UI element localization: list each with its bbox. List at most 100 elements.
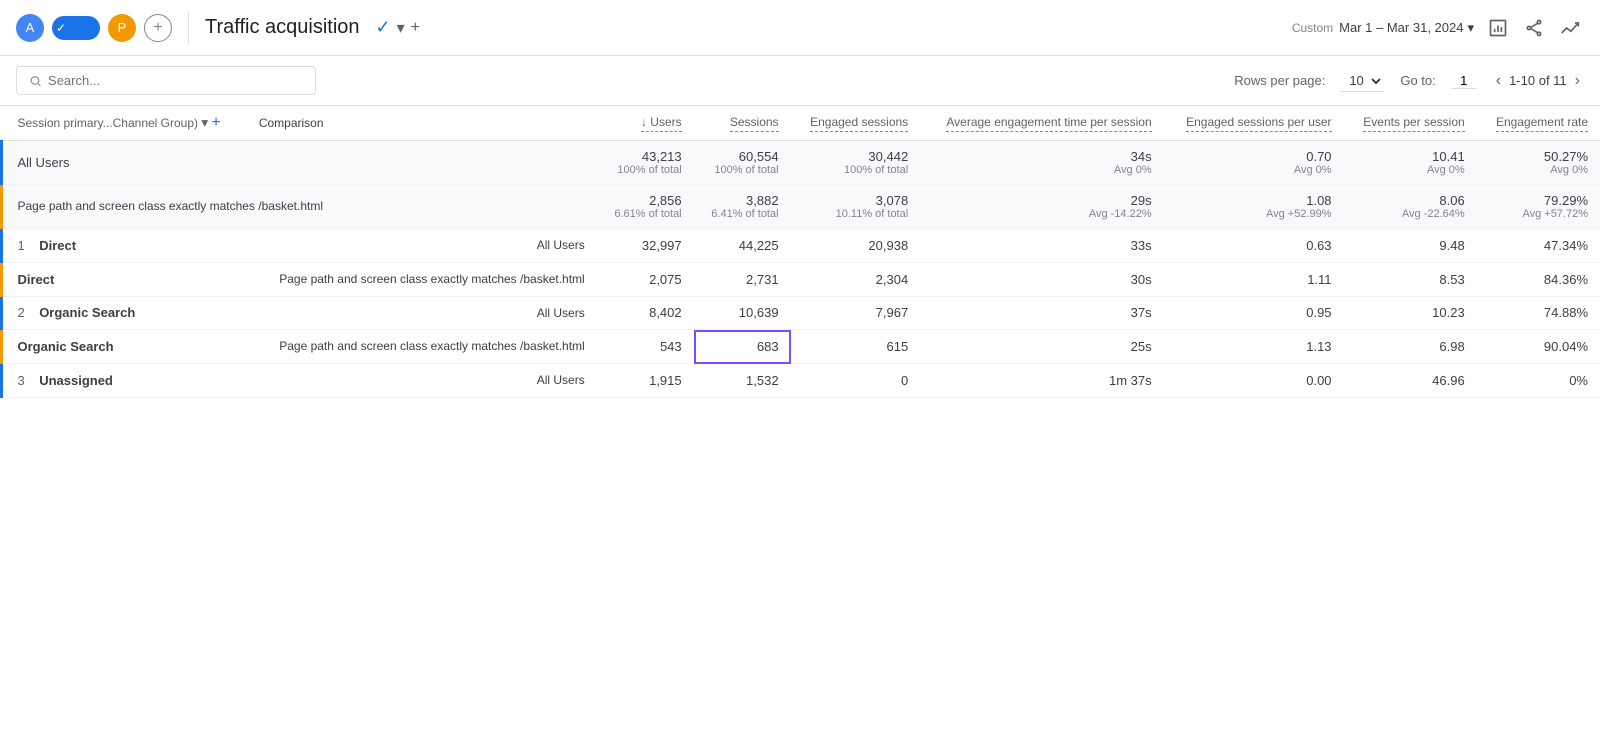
col-header-sessions[interactable]: Sessions (694, 106, 791, 141)
row2b-events: 6.98 (1344, 330, 1477, 364)
col-comparison-label: Comparison (259, 116, 324, 130)
data-table: Session primary...Channel Group) ▾ + Com… (0, 106, 1600, 398)
row1b-users: 2,075 (597, 262, 694, 296)
row1b-eng-user: 1.11 (1164, 262, 1344, 296)
trend-icon-button[interactable] (1556, 14, 1584, 42)
row1b-eng-rate: 84.36% (1477, 262, 1600, 296)
row3a-avg-eng: 1m 37s (920, 364, 1163, 398)
summary-comparison-row: Page path and screen class exactly match… (2, 185, 1600, 229)
row1a-engaged: 20,938 (791, 229, 921, 263)
row1a-segment: All Users (247, 229, 597, 263)
chart-icon-button[interactable] (1484, 14, 1512, 42)
col-header-eng-rate[interactable]: Engagement rate (1477, 106, 1600, 141)
comparison-sessions-pct: 6.41% of total (706, 208, 779, 220)
col-header-channel[interactable]: Session primary...Channel Group) ▾ + (6, 106, 247, 141)
summary-comparison-sessions: 3,882 6.41% of total (694, 185, 791, 229)
row2-channel[interactable]: 2 Organic Search (6, 296, 247, 330)
search-input-wrap[interactable] (16, 66, 316, 95)
row2a-segment-text: All Users (537, 306, 585, 320)
summary-all-users-eng-user: 0.70 Avg 0% (1164, 141, 1344, 185)
col-header-eng-user[interactable]: Engaged sessions per user (1164, 106, 1344, 141)
col-header-events[interactable]: Events per session (1344, 106, 1477, 141)
col-engaged-label: Engaged sessions (810, 115, 908, 132)
search-input[interactable] (48, 73, 303, 88)
toggle-check-icon: ✓ (56, 21, 66, 35)
rows-per-page-label: Rows per page: (1234, 73, 1325, 88)
col-channel-add[interactable]: + (211, 114, 220, 132)
table-row: 1 Direct All Users 32,997 44,225 20,938 … (2, 229, 1600, 263)
all-users-avg-eng-value: 34s (932, 149, 1151, 164)
share-icon-button[interactable] (1520, 14, 1548, 42)
col-users-label: ↓ Users (641, 115, 682, 132)
comparison-events-value: 8.06 (1356, 193, 1465, 208)
summary-comparison-users: 2,856 6.61% of total (597, 185, 694, 229)
row1b-segment-text: Page path and screen class exactly match… (279, 272, 585, 286)
rows-per-page-select[interactable]: 10 25 50 (1341, 70, 1384, 92)
title-check-icon: ✓ (376, 17, 391, 38)
row2b-eng-user: 1.13 (1164, 330, 1344, 364)
col-sessions-label: Sessions (730, 115, 779, 132)
row3-channel[interactable]: 3 Unassigned (6, 364, 247, 398)
summary-all-users-eng-rate: 50.27% Avg 0% (1477, 141, 1600, 185)
row2b-channel: Organic Search (6, 330, 247, 364)
next-page-button[interactable]: › (1571, 70, 1584, 92)
goto-input[interactable] (1452, 73, 1476, 89)
col-header-avg-eng[interactable]: Average engagement time per session (920, 106, 1163, 141)
title-dropdown-button[interactable]: ▾ (397, 18, 405, 38)
row1a-eng-rate: 47.34% (1477, 229, 1600, 263)
comparison-eng-rate-pct: Avg +57.72% (1489, 208, 1588, 220)
avatar-p[interactable]: P (108, 14, 136, 42)
summary-comparison-eng-user: 1.08 Avg +52.99% (1164, 185, 1344, 229)
row3a-eng-user: 0.00 (1164, 364, 1344, 398)
row1b-avg-eng: 30s (920, 262, 1163, 296)
row1b-channel: Direct (6, 262, 247, 296)
comparison-engaged-pct: 10.11% of total (803, 208, 909, 220)
all-users-users-value: 43,213 (609, 149, 682, 164)
row1a-segment-text: All Users (537, 238, 585, 252)
prev-page-button[interactable]: ‹ (1492, 70, 1505, 92)
avatar-a[interactable]: A (16, 14, 44, 42)
row2-channel-name: Organic Search (39, 305, 135, 320)
all-users-events-pct: Avg 0% (1356, 164, 1465, 176)
col-eng-rate-label: Engagement rate (1496, 115, 1588, 132)
comparison-avg-eng-value: 29s (932, 193, 1151, 208)
page-nav: ‹ 1-10 of 11 › (1492, 70, 1584, 92)
row3a-engaged: 0 (791, 364, 921, 398)
table-header-row: Session primary...Channel Group) ▾ + Com… (2, 106, 1600, 141)
summary-all-users-users: 43,213 100% of total (597, 141, 694, 185)
date-range-button[interactable]: Mar 1 – Mar 31, 2024 ▾ (1339, 20, 1474, 36)
row1a-events: 9.48 (1344, 229, 1477, 263)
row1b-segment: Page path and screen class exactly match… (247, 262, 597, 296)
row1a-sessions: 44,225 (694, 229, 791, 263)
col-channel-dropdown[interactable]: ▾ (201, 115, 208, 131)
row2b-users: 543 (597, 330, 694, 364)
comparison-eng-rate-value: 79.29% (1489, 193, 1588, 208)
col-header-engaged[interactable]: Engaged sessions (791, 106, 921, 141)
all-users-avg-eng-pct: Avg 0% (932, 164, 1151, 176)
row3-channel-name: Unassigned (39, 373, 113, 388)
search-icon (29, 74, 42, 88)
summary-all-users-row: All Users 43,213 100% of total 60,554 10… (2, 141, 1600, 185)
col-header-users[interactable]: ↓ Users (597, 106, 694, 141)
row2a-sessions: 10,639 (694, 296, 791, 330)
page-info: 1-10 of 11 (1509, 73, 1567, 88)
date-dropdown-icon: ▾ (1467, 20, 1474, 36)
row1-channel[interactable]: 1 Direct (6, 229, 247, 263)
row2a-eng-rate: 74.88% (1477, 296, 1600, 330)
add-account-button[interactable]: + (144, 14, 172, 42)
row1-num: 1 (18, 238, 25, 253)
all-users-eng-rate-pct: Avg 0% (1489, 164, 1588, 176)
all-users-eng-user-pct: Avg 0% (1176, 164, 1332, 176)
row2a-eng-user: 0.95 (1164, 296, 1344, 330)
comparison-engaged-value: 3,078 (803, 193, 909, 208)
comparison-users-pct: 6.61% of total (609, 208, 682, 220)
toggle[interactable]: ✓ (52, 16, 100, 40)
row3a-events: 46.96 (1344, 364, 1477, 398)
row2b-sessions[interactable]: 683 (694, 330, 791, 364)
row2b-segment-text: Page path and screen class exactly match… (279, 339, 585, 353)
all-users-users-pct: 100% of total (609, 164, 682, 176)
title-add-button[interactable]: + (411, 19, 420, 37)
all-users-eng-rate-value: 50.27% (1489, 149, 1588, 164)
summary-comparison-engaged: 3,078 10.11% of total (791, 185, 921, 229)
summary-all-users-label: All Users (6, 141, 597, 185)
